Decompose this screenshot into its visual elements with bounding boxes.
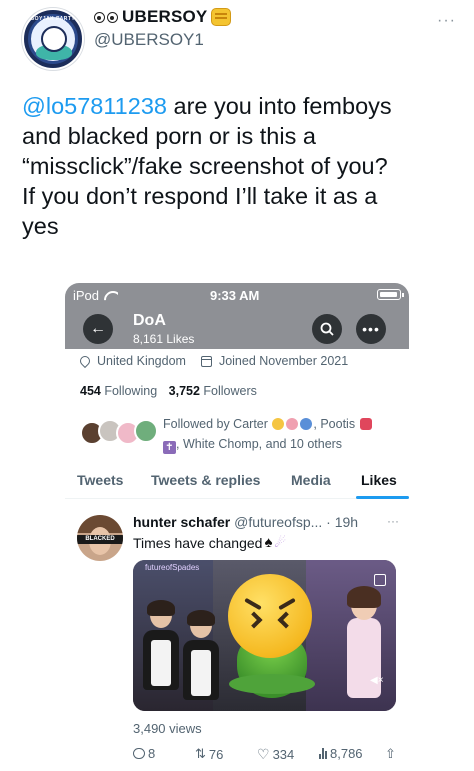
profile-more-icon[interactable]: •••	[356, 314, 386, 344]
profile-meta-row: United Kingdom Joined November 2021	[77, 353, 349, 369]
eyes-emoji-icon	[94, 11, 118, 23]
status-bar-left: iPod	[73, 288, 118, 303]
avatar-band-text: BLACKED	[77, 535, 123, 544]
retweet-button[interactable]: ⇅ 76	[195, 746, 223, 762]
comet-emoji-icon: ☄	[274, 534, 287, 550]
video-person	[141, 600, 181, 710]
tab-likes[interactable]: Likes	[361, 472, 397, 488]
profile-likes-count: 8,161 Likes	[133, 332, 195, 346]
following-link[interactable]: 454 Following	[80, 384, 157, 398]
dizzy-face-emoji-icon	[286, 418, 299, 430]
inner-author-line[interactable]: hunter schafer @futureofsp... · 19h	[133, 514, 358, 530]
reply-icon	[133, 748, 145, 759]
tweet-text-line-4: If you don’t respond I’ll take it as a	[22, 183, 378, 209]
tweet-text-line-3: “missclick”/fake screenshot of you?	[22, 153, 388, 179]
wifi-icon	[104, 291, 118, 301]
followed-by-text[interactable]: Followed by Carter , Pootis ✝, White Cho…	[163, 414, 403, 454]
inner-tweet-text: Times have changed	[133, 534, 263, 551]
tweet-text: @lo57811238 are you into femboys and bla…	[22, 91, 462, 241]
cross-emoji-icon: ✝	[163, 441, 176, 454]
back-arrow-icon[interactable]: ←	[83, 314, 113, 344]
share-button[interactable]: ⇧	[385, 746, 396, 762]
fist-emoji-icon	[211, 8, 232, 26]
tab-tweets-replies[interactable]: Tweets & replies	[151, 472, 260, 488]
profile-joined: Joined November 2021	[218, 354, 349, 368]
followers-count: 3,752	[168, 384, 200, 398]
view-count: 8,786	[330, 746, 363, 761]
profile-name: DoA	[133, 312, 166, 329]
reply-button[interactable]: 8	[133, 746, 155, 761]
spade-emoji-icon: ♠	[264, 534, 273, 551]
inner-author-avatar[interactable]: BLACKED	[77, 515, 123, 561]
inner-action-bar: 8 ⇅ 76 ♡ 334 8,786 ⇧	[133, 746, 403, 764]
status-time: 9:33 AM	[210, 288, 260, 303]
avatar-ring-text: SOYJAK PARTY	[30, 16, 76, 22]
search-icon[interactable]	[312, 314, 342, 344]
follow-counts: 454 Following 3,752 Followers	[80, 384, 257, 398]
followers-label: Followers	[203, 384, 257, 398]
followed-by-avatars[interactable]	[80, 415, 158, 451]
inner-author-handle-time: @futureofsp... · 19h	[234, 514, 359, 530]
inner-tweet-video[interactable]: futureofSpades ◀×	[133, 560, 396, 711]
inner-author-name: hunter schafer	[133, 514, 231, 530]
profile-header-banner: iPod 9:33 AM ← DoA 8,161 Likes •••	[65, 283, 409, 349]
following-count: 454	[80, 384, 101, 398]
location-pin-icon	[77, 353, 93, 369]
tweet-text-line-5: yes	[22, 213, 59, 239]
embedded-screenshot[interactable]: iPod 9:33 AM ← DoA 8,161 Likes ••• Unite…	[65, 283, 409, 770]
reply-count: 8	[148, 746, 156, 761]
tweet-text-line-2: and blacked porn or is this a	[22, 123, 316, 149]
video-person	[339, 580, 389, 711]
expand-icon[interactable]	[374, 574, 386, 586]
mention-link[interactable]: @lo57811238	[22, 93, 167, 119]
more-options-icon[interactable]: ···	[437, 12, 456, 30]
tweet-text-line-1: are you into femboys	[166, 93, 392, 119]
calendar-icon	[200, 355, 212, 367]
author-name-row[interactable]: UBERSOY	[94, 7, 232, 27]
like-count: 334	[272, 747, 295, 762]
followed-by-prefix: Followed by Carter	[163, 417, 268, 431]
followed-by-mid: , Pootis	[313, 417, 356, 431]
inner-views: 3,490 views	[133, 721, 202, 736]
active-tab-indicator	[356, 496, 409, 499]
video-person	[181, 610, 221, 711]
profile-location: United Kingdom	[97, 354, 186, 368]
status-carrier: iPod	[73, 288, 100, 303]
battery-icon	[377, 289, 404, 300]
inner-tweet-text-row: Times have changed ♠ ☄	[133, 534, 286, 551]
following-label: Following	[104, 384, 158, 398]
sweat-smile-emoji-icon	[272, 418, 285, 430]
followers-link[interactable]: 3,752 Followers	[169, 384, 257, 398]
retweet-icon: ⇅	[195, 746, 206, 761]
like-button[interactable]: ♡ 334	[257, 746, 294, 763]
tab-media[interactable]: Media	[291, 472, 331, 488]
heart-icon: ♡	[257, 746, 270, 762]
vomiting-face-emoji-icon	[228, 574, 312, 658]
share-icon: ⇧	[385, 746, 396, 761]
followed-by-suffix: , White Chomp, and 10 others	[176, 437, 343, 451]
follower-avatar	[134, 419, 158, 443]
video-watermark: futureofSpades	[145, 563, 200, 572]
author-display-name[interactable]: UBERSOY	[122, 7, 207, 27]
analytics-icon	[319, 748, 327, 759]
inner-more-icon[interactable]: ···	[387, 514, 399, 528]
views-button[interactable]: 8,786	[319, 746, 363, 761]
heart-emoji-icon	[359, 418, 372, 430]
author-handle[interactable]: @UBERSOY1	[94, 30, 204, 50]
profile-tabs: Tweets Tweets & replies Media Likes	[65, 463, 409, 499]
retweet-count: 76	[208, 746, 224, 762]
mute-icon[interactable]: ◀×	[370, 674, 386, 688]
tab-tweets[interactable]: Tweets	[77, 472, 123, 488]
avatar-face	[41, 26, 67, 52]
globe-emoji-icon	[300, 418, 313, 430]
author-avatar[interactable]: SOYJAK PARTY	[22, 8, 84, 70]
